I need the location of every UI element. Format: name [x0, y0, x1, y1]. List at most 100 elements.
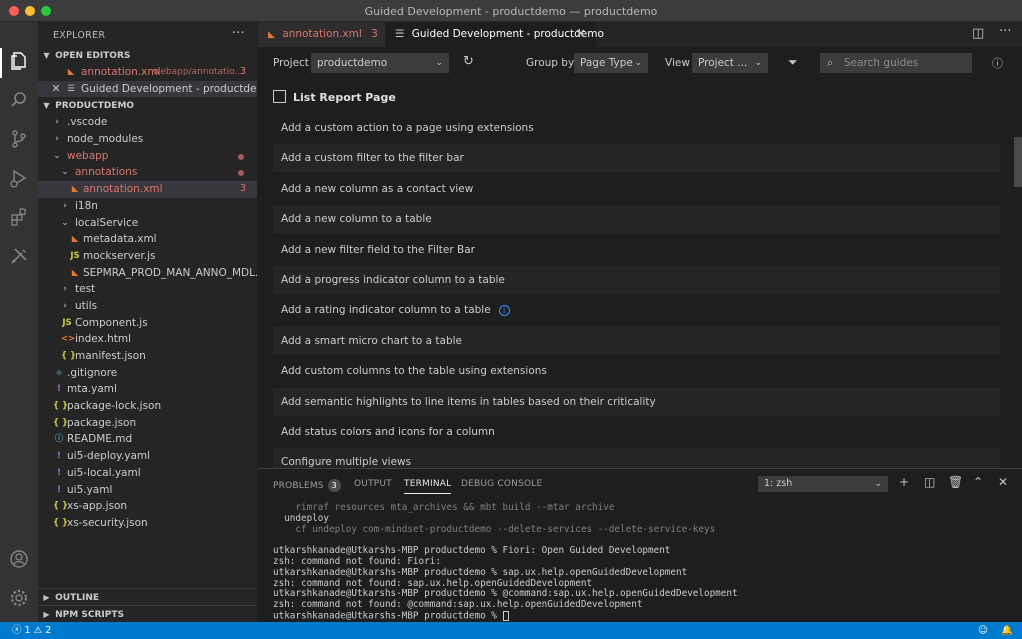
tree-item[interactable]: › utils	[38, 298, 257, 315]
tree-item[interactable]: ◣ annotation.xml 3	[38, 181, 257, 198]
guide-title: Add semantic highlights to line items in…	[281, 395, 656, 408]
guide-item[interactable]: Add a custom action to a page using exte…	[273, 114, 1000, 142]
split-editor-icon[interactable]: ◫	[972, 26, 984, 41]
guide-item[interactable]: Add semantic highlights to line items in…	[273, 387, 1000, 416]
tree-item-label: xs-app.json	[67, 500, 128, 513]
guide-item[interactable]: Configure multiple views	[273, 448, 1000, 468]
project-select[interactable]: productdemo ⌄	[311, 53, 449, 73]
new-terminal-icon[interactable]: +	[899, 475, 909, 489]
tree-item[interactable]: ⌄ annotations	[38, 164, 257, 181]
tree-item[interactable]: { } package.json	[38, 415, 257, 432]
notifications-bell-icon[interactable]: 🔔	[1001, 622, 1013, 639]
chevron-down-icon: ⌄	[634, 58, 642, 68]
feedback-icon[interactable]: ☺	[978, 622, 988, 639]
scrollbar[interactable]	[1014, 137, 1022, 187]
tree-item-label: webapp	[67, 149, 109, 162]
tree-item[interactable]: { } xs-security.json	[38, 515, 257, 532]
tab-guided-development[interactable]: ☰ Guided Development - productdemo ✕	[385, 22, 604, 47]
problems-status[interactable]: ⓧ 1 ⚠ 2	[12, 622, 51, 639]
rss-xml-icon: ◣	[71, 267, 79, 278]
editor-tabs: ◣ annotation.xml 3 ☰ Guided Development …	[258, 22, 1022, 47]
tree-item[interactable]: JS Component.js	[38, 315, 257, 332]
more-actions-icon[interactable]: ···	[232, 26, 245, 41]
section-title: List Report Page	[293, 91, 396, 104]
account-icon[interactable]	[7, 549, 31, 573]
terminal-select[interactable]: 1: zsh ⌄	[758, 476, 888, 492]
open-editor-item[interactable]: ◣ annotation.xml webapp/annotatio... 3	[38, 64, 257, 81]
tree-item[interactable]: { } xs-app.json	[38, 498, 257, 515]
guide-item[interactable]: Add a progress indicator column to a tab…	[273, 266, 1000, 294]
split-terminal-icon[interactable]: ◫	[924, 475, 935, 489]
tree-item[interactable]: › i18n	[38, 198, 257, 215]
close-icon[interactable]: ✕	[51, 81, 61, 98]
guide-item[interactable]: Add a new column to a table	[273, 205, 1000, 234]
tree-item[interactable]: ◣ metadata.xml	[38, 231, 257, 248]
tree-item[interactable]: <> index.html	[38, 331, 257, 348]
help-icon[interactable]: ⓘ	[992, 55, 1003, 71]
chevron-down-icon: ⌄	[435, 58, 443, 68]
tab-annotation-xml[interactable]: ◣ annotation.xml 3	[258, 22, 385, 47]
open-editors-section[interactable]: ▼ OPEN EDITORS	[38, 47, 257, 64]
activity-bar	[0, 22, 38, 622]
tree-item[interactable]: › test	[38, 281, 257, 298]
problem-count-badge: 3	[239, 183, 246, 195]
close-icon[interactable]: ✕	[998, 475, 1008, 489]
guide-item[interactable]: Add status colors and icons for a column	[273, 418, 1000, 446]
tree-item[interactable]: ⌄ webapp	[38, 148, 257, 165]
tree-item[interactable]: › .vscode	[38, 114, 257, 131]
bottom-panel: PROBLEMS 3 OUTPUT TERMINAL DEBUG CONSOLE …	[258, 468, 1022, 622]
chevron-up-icon[interactable]: ⌃	[973, 475, 983, 489]
run-debug-icon[interactable]	[7, 168, 31, 192]
tools-icon[interactable]	[7, 246, 31, 270]
search-guides-input[interactable]: ⌕ Search guides	[820, 53, 972, 73]
tab-problems[interactable]: PROBLEMS 3	[273, 479, 341, 492]
npm-scripts-section[interactable]: ▶ NPM SCRIPTS	[38, 605, 257, 622]
info-icon[interactable]: i	[498, 304, 510, 316]
tab-terminal[interactable]: TERMINAL	[404, 479, 452, 494]
tree-item[interactable]: › node_modules	[38, 131, 257, 148]
tab-output[interactable]: OUTPUT	[354, 479, 392, 489]
guide-item[interactable]: Add a custom filter to the filter bar	[273, 144, 1000, 173]
tree-item[interactable]: JS mockserver.js	[38, 248, 257, 265]
outline-section[interactable]: ▶ OUTLINE	[38, 588, 257, 605]
chevron-down-icon: ▼	[43, 51, 50, 60]
tab-debug-console[interactable]: DEBUG CONSOLE	[461, 479, 542, 489]
guide-item[interactable]: Add a smart micro chart to a table	[273, 326, 1000, 355]
view-select[interactable]: Project ... ⌄	[692, 53, 768, 73]
tree-item[interactable]: ◆ .gitignore	[38, 365, 257, 382]
tree-item-label: ui5-local.yaml	[67, 466, 141, 479]
guide-item[interactable]: Add a new filter field to the Filter Bar	[273, 236, 1000, 264]
tree-item[interactable]: ◣ SEPMRA_PROD_MAN_ANNO_MDL.xml	[38, 265, 257, 282]
tree-item[interactable]: { } manifest.json	[38, 348, 257, 365]
terminal-output[interactable]: rimraf resources mta_archives && mbt bui…	[273, 502, 1013, 622]
settings-gear-icon[interactable]	[7, 588, 31, 612]
tree-item[interactable]: ! mta.yaml	[38, 381, 257, 398]
trash-icon[interactable]: 🗑	[948, 475, 963, 489]
explorer-icon[interactable]	[7, 51, 31, 75]
problem-count-badge: 3	[239, 66, 246, 77]
open-editor-item[interactable]: ✕ ☰ Guided Development - productdemo	[38, 80, 257, 98]
tree-item[interactable]: { } package-lock.json	[38, 398, 257, 415]
tree-item[interactable]: ! ui5-local.yaml	[38, 465, 257, 482]
filter-icon[interactable]: ⏷	[788, 55, 798, 70]
tree-item-label: node_modules	[67, 133, 144, 146]
window-title: Guided Development - productdemo — produ…	[364, 5, 658, 18]
guide-item[interactable]: Add a new column as a contact view	[273, 175, 1000, 203]
search-icon[interactable]	[7, 90, 31, 114]
refresh-icon[interactable]: ↻	[463, 54, 474, 69]
guide-item[interactable]: Add custom columns to the table using ex…	[273, 357, 1000, 385]
tree-item[interactable]: ⓘ README.md	[38, 431, 257, 448]
yaml-file-icon: !	[57, 484, 61, 495]
close-icon[interactable]: ✕	[575, 22, 586, 47]
guide-item[interactable]: Add a rating indicator column to a table…	[273, 296, 1000, 324]
project-section[interactable]: ▼ PRODUCTDEMO	[38, 97, 257, 114]
tree-item[interactable]: ! ui5.yaml	[38, 482, 257, 499]
tree-item[interactable]: ⌄ localService	[38, 215, 257, 232]
extensions-icon[interactable]	[7, 207, 31, 231]
title-bar: Guided Development - productdemo — produ…	[0, 0, 1022, 22]
project-label: Project	[273, 57, 309, 69]
tree-item[interactable]: ! ui5-deploy.yaml	[38, 448, 257, 465]
more-actions-icon[interactable]: ···	[999, 24, 1011, 39]
source-control-icon[interactable]	[7, 129, 31, 153]
group-by-select[interactable]: Page Type ⌄	[574, 53, 648, 73]
